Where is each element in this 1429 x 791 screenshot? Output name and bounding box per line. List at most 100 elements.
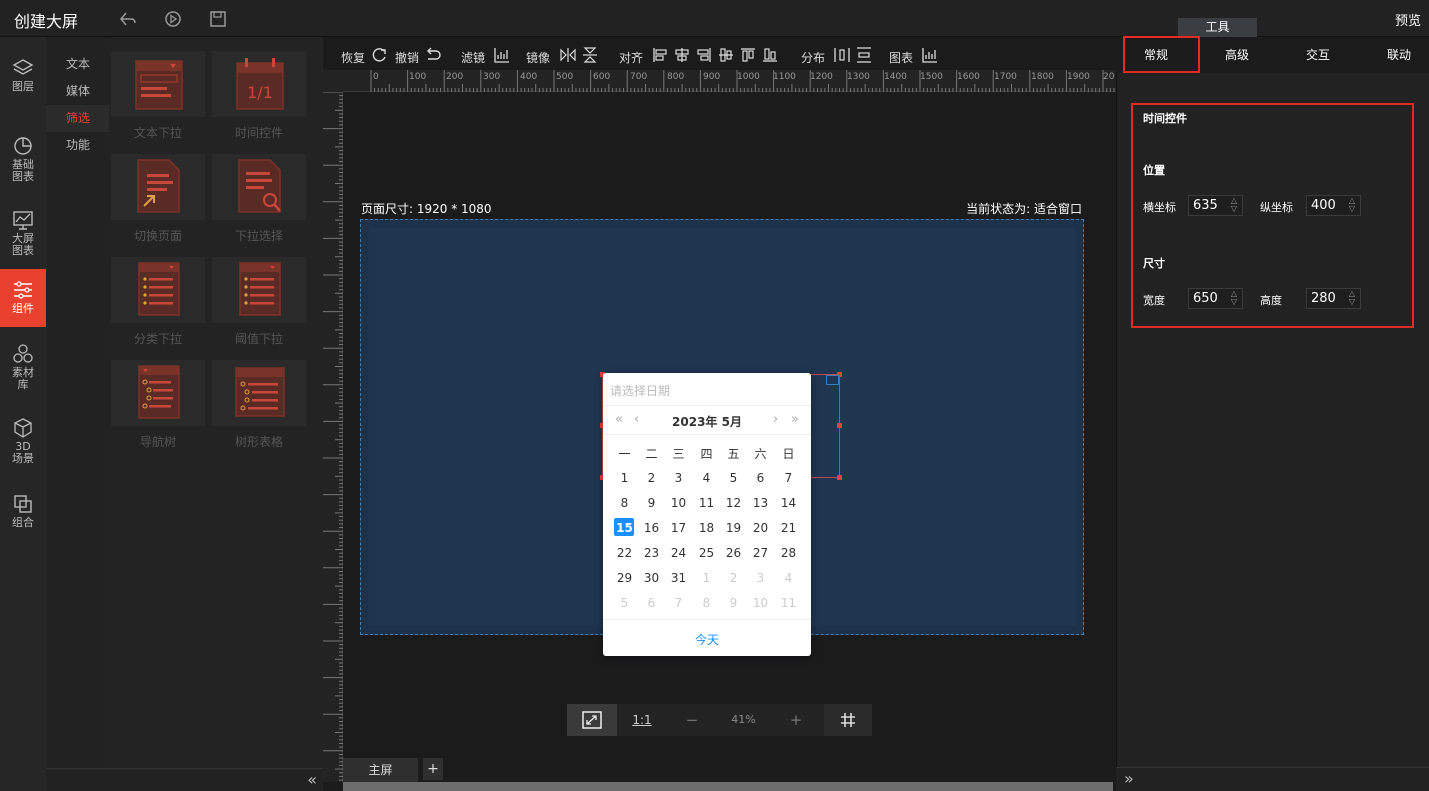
filter-button[interactable]: 滤镜 (461, 49, 485, 66)
component-card-threshold-dropdown[interactable]: 阈值下拉 (212, 243, 306, 346)
calendar-day[interactable]: 27 (747, 546, 774, 560)
calendar-day[interactable]: 1 (611, 471, 638, 485)
restore-button[interactable]: 恢复 (341, 49, 365, 66)
calendar-day-other-month[interactable]: 1 (693, 571, 720, 585)
save-icon[interactable] (208, 9, 228, 29)
calendar-day-other-month[interactable]: 11 (775, 596, 802, 610)
undo-button[interactable]: 撤销 (395, 49, 419, 66)
calendar-day-other-month[interactable]: 4 (775, 571, 802, 585)
nav-item-components[interactable]: 组件 (0, 269, 46, 327)
mirror-button[interactable]: 镜像 (526, 49, 550, 66)
zoom-out-button[interactable]: − (667, 704, 717, 736)
calendar-day[interactable]: 16 (638, 521, 665, 535)
zoom-in-button[interactable]: + (770, 704, 822, 736)
tab-main-screen[interactable]: 主屏 (343, 758, 418, 782)
next-month-icon[interactable]: › (773, 412, 778, 427)
nav-item-layers[interactable]: 图层 (0, 57, 46, 93)
date-input-placeholder[interactable]: 请选择日期 (610, 382, 670, 399)
redo-icon[interactable] (371, 46, 389, 64)
component-card-switch-page[interactable]: 切换页面 (111, 140, 205, 243)
flip-horizontal-icon[interactable] (559, 46, 577, 64)
component-card-category-dropdown[interactable]: 分类下拉 (111, 243, 205, 346)
nav-item-assets[interactable]: 素材库 (0, 343, 46, 391)
calendar-day[interactable]: 17 (665, 521, 692, 535)
flip-vertical-icon[interactable] (581, 46, 599, 64)
subnav-function[interactable]: 功能 (46, 132, 109, 159)
calendar-day[interactable]: 26 (720, 546, 747, 560)
date-picker-title[interactable]: 2023年 5月 (603, 413, 811, 430)
calendar-day-other-month[interactable]: 6 (638, 596, 665, 610)
tab-interaction[interactable]: 交互 (1278, 37, 1358, 73)
undo-arrow-icon[interactable] (424, 46, 442, 64)
align-top-icon[interactable] (739, 46, 757, 64)
nav-item-screen-charts[interactable]: 大屏图表 (0, 209, 46, 257)
calendar-day[interactable]: 13 (747, 496, 774, 510)
calendar-day[interactable]: 4 (693, 471, 720, 485)
subnav-media[interactable]: 媒体 (46, 78, 109, 105)
nav-item-basic-charts[interactable]: 基础图表 (0, 135, 46, 183)
next-year-icon[interactable]: » (791, 412, 799, 427)
tab-advanced[interactable]: 高级 (1197, 37, 1277, 73)
nav-item-group[interactable]: 组合 (0, 493, 46, 529)
calendar-day[interactable]: 20 (747, 521, 774, 535)
calendar-day[interactable]: 19 (720, 521, 747, 535)
calendar-day[interactable]: 22 (611, 546, 638, 560)
calendar-day[interactable]: 28 (775, 546, 802, 560)
tools-tab[interactable]: 工具 (1178, 18, 1257, 37)
calendar-day[interactable]: 10 (665, 496, 692, 510)
calendar-day[interactable]: 5 (720, 471, 747, 485)
align-bottom-icon[interactable] (761, 46, 779, 64)
component-card-time-control[interactable]: 1/1 时间控件 (212, 37, 306, 140)
calendar-day[interactable]: 31 (665, 571, 692, 585)
calendar-day[interactable]: 7 (775, 471, 802, 485)
resize-handle[interactable] (837, 475, 842, 480)
vertical-ruler[interactable] (323, 92, 343, 782)
fit-window-button[interactable] (567, 704, 617, 736)
calendar-day-other-month[interactable]: 8 (693, 596, 720, 610)
calendar-day[interactable]: 11 (693, 496, 720, 510)
calendar-day[interactable]: 3 (665, 471, 692, 485)
grid-toggle-button[interactable] (824, 704, 872, 736)
align-left-icon[interactable] (651, 46, 669, 64)
calendar-day-other-month[interactable]: 9 (720, 596, 747, 610)
horizontal-scrollbar[interactable] (343, 782, 1113, 791)
calendar-day[interactable]: 23 (638, 546, 665, 560)
subnav-text[interactable]: 文本 (46, 51, 109, 78)
collapse-right-icon[interactable]: » (1124, 769, 1134, 788)
calendar-day[interactable]: 30 (638, 571, 665, 585)
align-right-icon[interactable] (695, 46, 713, 64)
calendar-day[interactable]: 24 (665, 546, 692, 560)
nav-item-3d-scene[interactable]: 3D场景 (0, 417, 46, 465)
distribute-v-icon[interactable] (855, 46, 873, 64)
component-card-tree-table[interactable]: 树形表格 (212, 346, 306, 449)
calendar-day[interactable]: 6 (747, 471, 774, 485)
tab-linkage[interactable]: 联动 (1359, 37, 1429, 73)
calendar-day-other-month[interactable]: 2 (720, 571, 747, 585)
play-icon[interactable] (163, 9, 183, 29)
add-tab-button[interactable]: + (423, 758, 443, 780)
align-center-h-icon[interactable] (673, 46, 691, 64)
calendar-day[interactable]: 25 (693, 546, 720, 560)
component-card-text-dropdown[interactable]: 文本下拉 (111, 37, 205, 140)
calendar-day[interactable]: 29 (611, 571, 638, 585)
align-button[interactable]: 对齐 (619, 49, 643, 66)
subnav-filter[interactable]: 筛选 (46, 105, 109, 132)
calendar-day[interactable]: 8 (611, 496, 638, 510)
filter-chart-icon[interactable] (493, 46, 511, 64)
distribute-h-icon[interactable] (833, 46, 851, 64)
actual-size-button[interactable]: 1:1 (617, 704, 667, 736)
collapse-left-icon[interactable]: « (307, 770, 317, 789)
distribute-button[interactable]: 分布 (801, 49, 825, 66)
chart-icon[interactable] (921, 46, 939, 64)
calendar-day-other-month[interactable]: 7 (665, 596, 692, 610)
calendar-day[interactable]: 21 (775, 521, 802, 535)
calendar-day[interactable]: 2 (638, 471, 665, 485)
align-center-v-icon[interactable] (717, 46, 735, 64)
component-card-nav-tree[interactable]: 导航树 (111, 346, 205, 449)
calendar-day-other-month[interactable]: 3 (747, 571, 774, 585)
today-link[interactable]: 今天 (603, 631, 811, 648)
calendar-day[interactable]: 15 (611, 521, 638, 535)
undo-icon[interactable] (118, 9, 138, 29)
component-card-dropdown-select[interactable]: 下拉选择 (212, 140, 306, 243)
chart-button[interactable]: 图表 (889, 49, 913, 66)
